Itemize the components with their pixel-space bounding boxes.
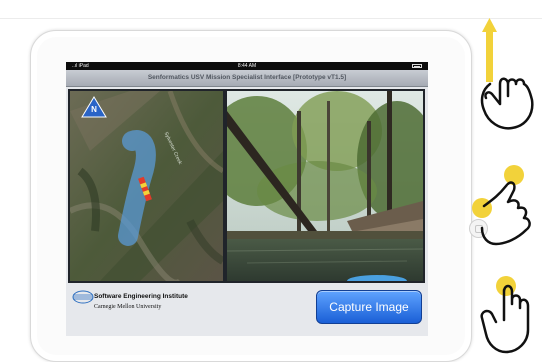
- swipe-up-hand-icon: [480, 18, 534, 130]
- pinch-hand-icon: [472, 165, 531, 246]
- battery-icon: [412, 64, 422, 68]
- tap-hand-icon: [480, 276, 530, 354]
- top-divider: [0, 18, 542, 19]
- app-screen: ..ıl iPad 8:44 AM Senformatics USV Missi…: [66, 62, 428, 336]
- institute-name: Software Engineering Institute: [94, 293, 188, 300]
- map-view[interactable]: N Sylvester Creek: [68, 89, 225, 283]
- clock: 8:44 AM: [237, 63, 257, 69]
- gesture-hints: [472, 18, 534, 354]
- status-bar: ..ıl iPad 8:44 AM: [66, 62, 428, 70]
- north-label: N: [91, 105, 97, 114]
- camera-view[interactable]: [225, 89, 425, 283]
- app-title: Senformatics USV Mission Specialist Inte…: [66, 70, 428, 87]
- sei-logo-icon: [72, 290, 94, 304]
- capture-image-button[interactable]: Capture Image: [316, 290, 422, 324]
- university-name: Carnegie Mellon University: [94, 304, 162, 310]
